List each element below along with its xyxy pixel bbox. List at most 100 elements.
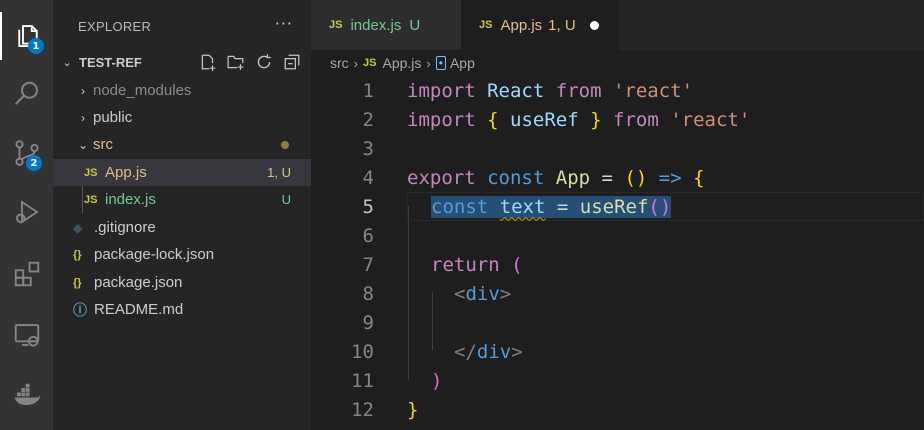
explorer-actions	[197, 52, 303, 72]
tree-item-public[interactable]: › public	[53, 104, 311, 131]
javascript-file-icon: JS	[363, 57, 377, 69]
tree-item-app-js[interactable]: JS App.js 1, U	[53, 159, 311, 186]
line-number: 7	[362, 253, 374, 276]
extensions-activity[interactable]	[0, 250, 53, 298]
chevron-down-icon: ⌄	[62, 55, 72, 69]
info-file-icon: ⓘ	[73, 301, 87, 318]
unsaved-dot-icon[interactable]	[590, 21, 599, 30]
more-actions-icon[interactable]: ···	[275, 14, 293, 33]
code-text: import { useRef } from 'react'	[407, 108, 751, 131]
code-text: )	[431, 369, 443, 392]
code-line: 3	[311, 134, 924, 163]
code-line: 4 export const App = () => {	[311, 163, 924, 192]
breadcrumb-folder[interactable]: src	[330, 55, 349, 71]
tree-item-index-js[interactable]: JS index.js U	[53, 186, 311, 213]
chevron-right-icon: ›	[81, 110, 85, 125]
source-control-badge: 2	[26, 155, 42, 171]
editor-tab-bar: JS index.js U JS App.js 1, U	[311, 0, 924, 50]
tree-item-label: README.md	[94, 301, 184, 318]
code-text: export const App = () => {	[407, 166, 705, 189]
run-debug-icon	[15, 200, 39, 224]
new-folder-button[interactable]	[225, 52, 247, 72]
tree-item-label: public	[93, 109, 133, 126]
tab-label: index.js	[350, 16, 402, 34]
code-line: 2 import { useRef } from 'react'	[311, 105, 924, 134]
code-editor[interactable]: 1 import React from 'react' 2 import { u…	[311, 76, 924, 430]
workspace-section-header[interactable]: ⌄ TEST-REF	[53, 48, 311, 76]
tab-app-js[interactable]: JS App.js 1, U	[461, 0, 619, 50]
search-icon	[14, 81, 38, 105]
explorer-activity[interactable]: 1	[0, 12, 53, 60]
code-line: 12 }	[311, 395, 924, 424]
modified-dot-icon	[281, 140, 289, 149]
code-line: 1 import React from 'react'	[311, 76, 924, 105]
remote-explorer-activity[interactable]	[0, 311, 53, 359]
activity-bar: 1 2	[0, 0, 53, 430]
javascript-file-icon: JS	[479, 19, 493, 31]
explorer-badge: 1	[28, 38, 44, 54]
code-line: 11 )	[311, 366, 924, 395]
json-file-icon: {}	[73, 248, 82, 261]
tree-item-package-lock-json[interactable]: {} package-lock.json	[53, 241, 311, 268]
collapse-all-icon	[284, 54, 300, 70]
line-number: 10	[351, 340, 374, 363]
tree-item-package-json[interactable]: {} package.json	[53, 269, 311, 296]
remote-explorer-icon	[14, 324, 39, 347]
tree-item-label: App.js	[105, 164, 147, 181]
line-number: 5	[362, 195, 374, 218]
source-control-activity[interactable]: 2	[0, 129, 53, 177]
tree-item-label: package-lock.json	[94, 246, 215, 263]
tree-item-label: .gitignore	[94, 219, 156, 236]
file-status-badge: U	[281, 192, 291, 207]
code-text: return (	[431, 253, 523, 276]
tree-item-node-modules[interactable]: › node_modules	[53, 77, 311, 104]
collapse-all-button[interactable]	[281, 52, 303, 72]
git-file-icon: ◆	[73, 220, 83, 235]
javascript-file-icon: JS	[84, 193, 98, 206]
line-number: 4	[362, 166, 374, 189]
code-line: 9	[311, 308, 924, 337]
code-text: }	[407, 398, 419, 421]
code-line: 10 </div>	[311, 337, 924, 366]
tab-status: U	[409, 16, 421, 34]
tab-label: App.js	[500, 16, 543, 34]
line-number: 2	[362, 108, 374, 131]
code-text-selected: const text = useRef()	[431, 195, 672, 218]
chevron-right-icon: ›	[426, 55, 431, 71]
tree-item-label: package.json	[94, 274, 183, 291]
warning-squiggle: text	[499, 195, 546, 218]
line-number: 6	[362, 224, 374, 247]
javascript-file-icon: JS	[84, 166, 98, 179]
code-text: import React from 'react'	[407, 79, 694, 102]
breadcrumb-symbol[interactable]: App	[450, 55, 475, 71]
chevron-down-icon: ⌄	[77, 137, 89, 152]
code-text: <div>	[454, 282, 512, 305]
new-file-button[interactable]	[197, 52, 219, 72]
file-status-badge: 1, U	[267, 165, 291, 180]
new-file-icon	[201, 54, 216, 71]
breadcrumb-file[interactable]: App.js	[382, 55, 421, 71]
docker-activity[interactable]	[0, 371, 53, 419]
explorer-sidebar: EXPLORER ··· ⌄ TEST-REF › node_modules ›…	[53, 0, 311, 430]
breadcrumb: src › JS App.js › • App	[311, 50, 924, 76]
line-number: 12	[351, 398, 374, 421]
code-text: </div>	[454, 340, 523, 363]
tree-item-src[interactable]: ⌄ src	[53, 131, 311, 158]
chevron-right-icon: ›	[353, 55, 359, 71]
search-activity[interactable]	[0, 70, 53, 118]
tree-item-label: src	[93, 136, 113, 153]
json-file-icon: {}	[73, 276, 82, 289]
explorer-title: EXPLORER	[78, 19, 152, 34]
refresh-icon	[257, 54, 271, 69]
tree-item-readme-md[interactable]: ⓘ README.md	[53, 296, 311, 323]
run-debug-activity[interactable]	[0, 188, 53, 236]
tree-item-label: node_modules	[93, 82, 192, 99]
workspace-name: TEST-REF	[79, 54, 142, 70]
chevron-right-icon: ›	[81, 83, 85, 98]
tab-index-js[interactable]: JS index.js U	[311, 0, 461, 50]
line-number: 11	[351, 369, 374, 392]
tree-item-gitignore[interactable]: ◆ .gitignore	[53, 214, 311, 241]
code-line: 7 return (	[311, 250, 924, 279]
docker-icon	[14, 383, 40, 405]
refresh-button[interactable]	[253, 52, 275, 72]
